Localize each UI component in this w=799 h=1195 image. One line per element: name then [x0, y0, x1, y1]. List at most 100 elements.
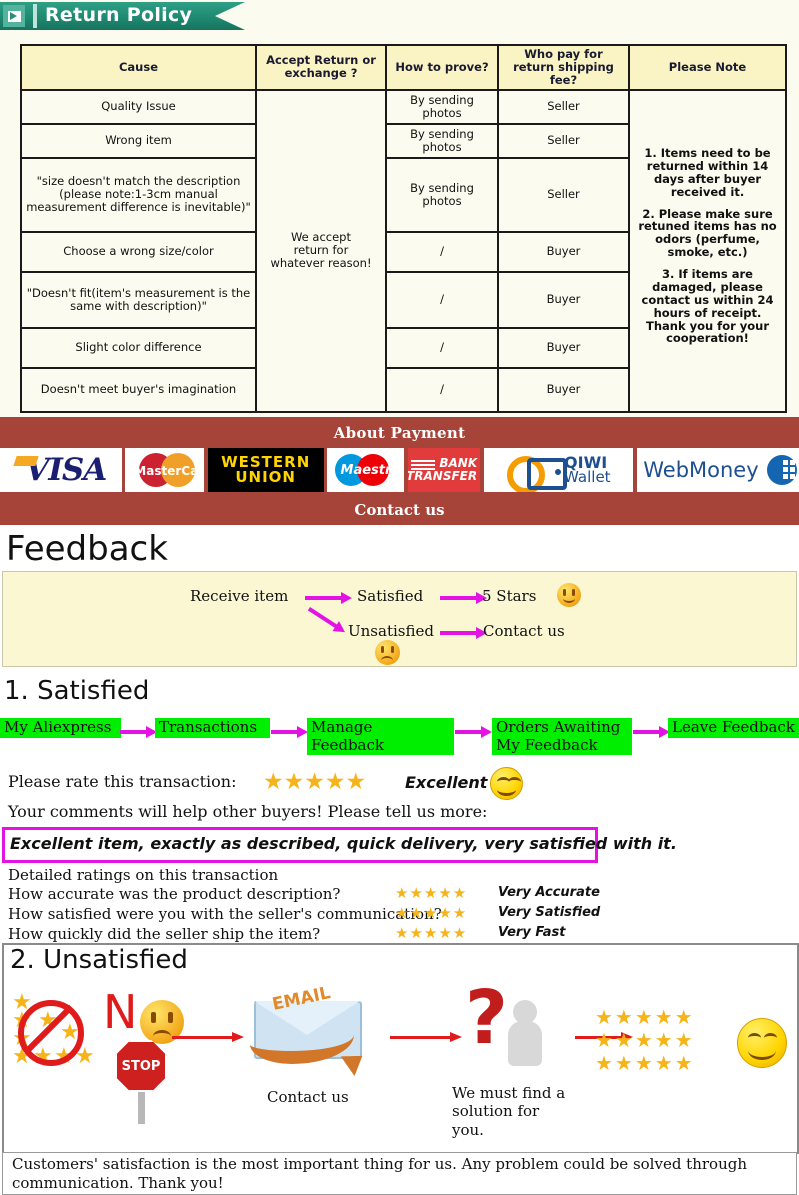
maestro-logo-icon: Maestro: [327, 448, 404, 492]
rate-stars[interactable]: ★★★★★: [263, 769, 366, 795]
about-payment-title: About Payment: [333, 424, 466, 442]
western-union-logo-icon: WESTERN UNION: [207, 448, 324, 492]
prohibition-icon: [18, 1000, 84, 1066]
comments-prompt: Your comments will help other buyers! Pl…: [8, 802, 488, 821]
rate-transaction-label: Please rate this transaction:: [8, 772, 237, 791]
webmoney-logo-icon: WebMoney: [637, 448, 799, 492]
detail-stars-1[interactable]: ★★★★★: [395, 884, 467, 902]
smiley-happy-icon: [557, 583, 581, 607]
cell-cause: "Doesn't fit(item's measurement is the s…: [20, 270, 257, 329]
cell-please-note: 1. Items need to be returned within 14 d…: [628, 88, 787, 413]
wallet-icon: [507, 453, 568, 492]
note-1: 1. Items need to be returned within 14 d…: [644, 146, 771, 199]
detail-label-3: Very Fast: [498, 925, 566, 940]
qiwi-line-2: Wallet: [564, 468, 611, 487]
star-row-2: ★★★★★: [595, 1028, 695, 1052]
cell-who-pays: Seller: [497, 122, 630, 159]
star-row-1: ★★★★★: [595, 1005, 695, 1029]
solution-caption: We must find a solution for you.: [452, 1084, 566, 1139]
cell-prove: By sending photos: [385, 122, 499, 159]
detailed-ratings-title: Detailed ratings on this transaction: [8, 866, 279, 884]
rejected-stars-icon: ★ ★ ★ ★ ★ ★ ★ ★ ★: [12, 990, 95, 1069]
maestro-label: Maestro: [340, 463, 401, 478]
cell-who-pays: Buyer: [497, 326, 630, 369]
return-policy-table: Cause Accept Return or exchange ? How to…: [20, 44, 787, 413]
star-row-3: ★★★★★: [595, 1051, 695, 1075]
cell-prove: By sending photos: [385, 88, 499, 125]
header-accept-return: Accept Return or exchange ?: [255, 44, 387, 91]
cell-accept-return: We accept return for whatever reason!: [255, 88, 387, 413]
arrow-badge-icon: [3, 5, 25, 27]
bank-line-2: TRANSFER: [407, 469, 478, 483]
step-leave-feedback[interactable]: Leave Feedback: [668, 718, 799, 738]
contact-us-caption: Contact us: [267, 1088, 349, 1106]
letter-n-icon: N: [103, 985, 138, 1039]
table-header-row: Cause Accept Return or exchange ? How to…: [20, 44, 787, 91]
header-cause: Cause: [20, 44, 257, 91]
qiwi-wallet-logo-icon: QIWI Wallet: [484, 448, 634, 492]
header-who-pays: Who pay for return shipping fee?: [497, 44, 630, 91]
cell-cause: Doesn't meet buyer's imagination: [20, 366, 257, 413]
cell-cause: "size doesn't match the description (ple…: [20, 156, 257, 233]
step-my-aliexpress[interactable]: My Aliexpress: [0, 718, 121, 738]
thinking-person-icon: [505, 1000, 545, 1066]
cell-prove: /: [385, 326, 499, 369]
comment-value: Excellent item, exactly as described, qu…: [10, 834, 677, 853]
cell-cause: Slight color difference: [20, 326, 257, 369]
big-smiley-icon: [490, 767, 523, 800]
detail-label-1: Very Accurate: [498, 885, 600, 900]
qiwi-mark: QIWI Wallet: [504, 453, 614, 492]
ribbon-accent: [33, 4, 37, 28]
contact-us-title: Contact us: [354, 501, 445, 519]
step-transactions[interactable]: Transactions: [155, 718, 270, 738]
step-manage-feedback[interactable]: Manage Feedback: [307, 718, 454, 756]
mastercard-label: MasterCard: [134, 464, 204, 478]
flow-unsatisfied: Unsatisfied: [348, 622, 434, 640]
visa-logo-icon: VISA: [0, 448, 122, 492]
return-policy-banner: Return Policy: [0, 0, 799, 32]
accept-line-3: whatever reason!: [270, 256, 372, 271]
cell-who-pays: Buyer: [497, 270, 630, 329]
table-row: Quality Issue We accept return for whate…: [20, 88, 787, 413]
cell-prove: /: [385, 270, 499, 329]
return-policy-title: Return Policy: [45, 4, 193, 26]
cell-prove: By sending photos: [385, 156, 499, 233]
flow-satisfied: Satisfied: [357, 587, 424, 605]
stop-sign-label: STOP: [115, 1040, 167, 1092]
feedback-heading: Feedback: [6, 529, 168, 569]
webmoney-label: WebMoney: [643, 458, 759, 482]
flow-receive-item: Receive item: [190, 587, 289, 605]
footer-message: Customers' satisfaction is the most impo…: [12, 1155, 747, 1192]
qiwi-text: QIWI Wallet: [564, 455, 611, 487]
detail-label-2: Very Satisfied: [498, 905, 601, 920]
detail-question-2: How satisfied were you with the seller's…: [8, 905, 442, 923]
cell-who-pays: Seller: [497, 156, 630, 233]
western-union-mark: WESTERN UNION: [207, 448, 324, 492]
question-mark-icon: ?: [465, 975, 508, 1061]
bank-lines-icon: [411, 460, 436, 472]
detail-stars-3[interactable]: ★★★★★: [395, 924, 467, 942]
unsatisfied-section-title: 2. Unsatisfied: [10, 945, 188, 975]
bank-line-1: BANK: [439, 455, 478, 470]
visa-label: VISA: [15, 452, 107, 488]
cell-who-pays: Buyer: [497, 230, 630, 273]
happy-face-icon: [737, 1018, 787, 1068]
maestro-mark: Maestro: [327, 450, 403, 490]
bank-transfer-logo-icon: BANK TRANSFER: [407, 448, 481, 492]
flow-five-stars: 5 Stars: [482, 587, 537, 605]
webmoney-mark: [765, 452, 799, 488]
detail-stars-2[interactable]: ★★★★★: [395, 904, 467, 922]
wu-line-2: UNION: [235, 468, 296, 486]
detail-question-3: How quickly did the seller ship the item…: [8, 925, 321, 943]
satisfied-section-title: 1. Satisfied: [4, 676, 150, 706]
cell-who-pays: Seller: [497, 88, 630, 125]
cell-cause: Wrong item: [20, 122, 257, 159]
cell-prove: /: [385, 230, 499, 273]
cell-who-pays: Buyer: [497, 366, 630, 413]
return-policy-section: Cause Accept Return or exchange ? How to…: [0, 32, 799, 417]
step-orders-awaiting-my-feedback[interactable]: Orders Awaiting My Feedback: [492, 718, 632, 756]
header-please-note: Please Note: [628, 44, 787, 91]
smiley-sad-icon: [375, 640, 400, 665]
rate-word-excellent: Excellent: [405, 773, 488, 792]
mastercard-logo-icon: MasterCard: [125, 448, 204, 492]
